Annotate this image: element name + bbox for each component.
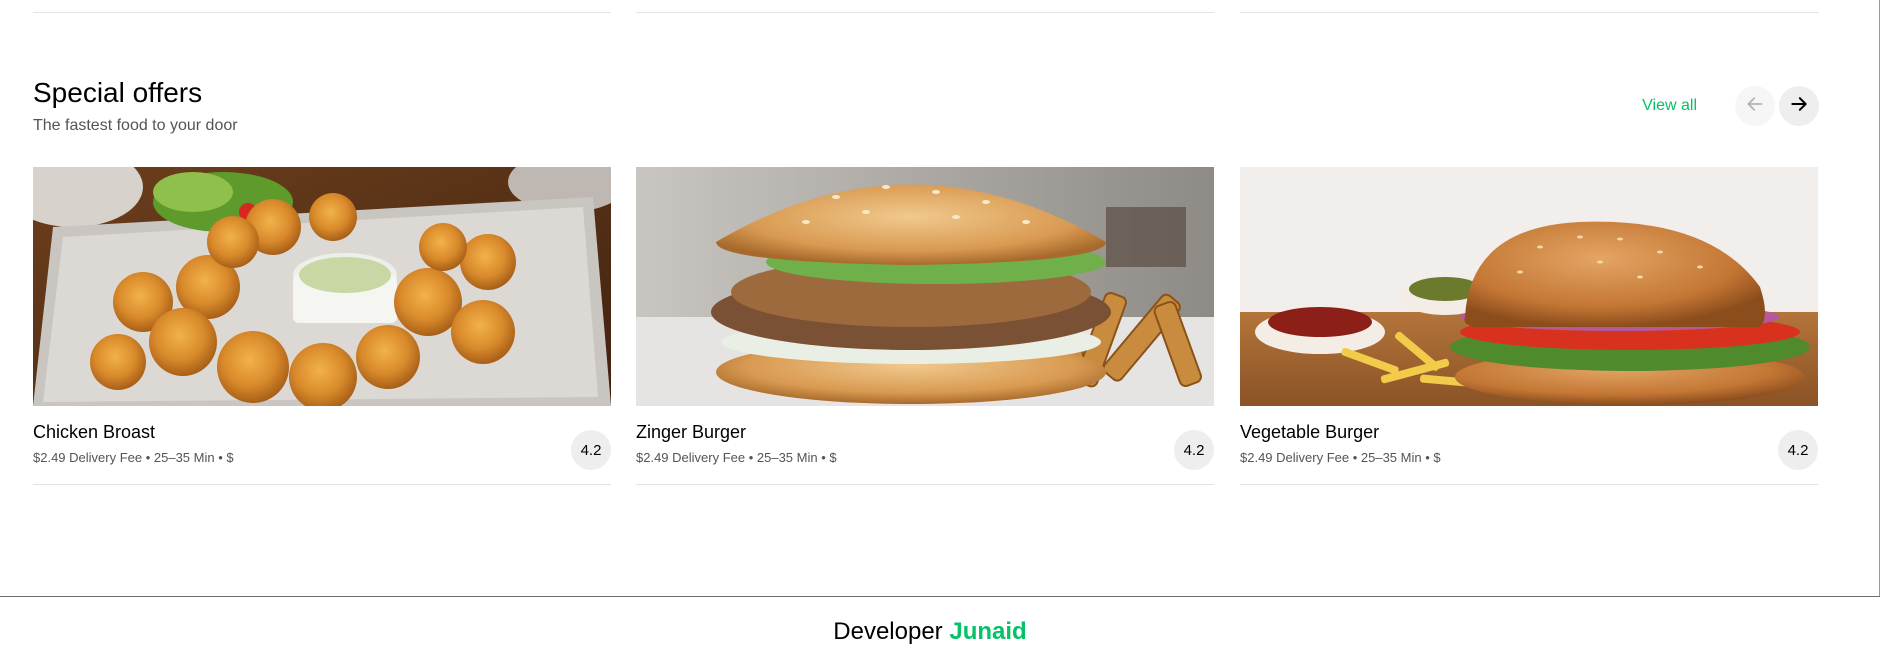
card-title: Zinger Burger [636, 422, 747, 442]
rating-badge: 4.2 [571, 430, 611, 470]
footer: Developer Junaid [0, 596, 1880, 666]
card-meta: $2.49 Delivery Fee • 25–35 Min • $ [1240, 450, 1441, 465]
zinger-burger-image[interactable] [636, 167, 1214, 406]
divider [1240, 12, 1819, 13]
card-info: Vegetable Burger $2.49 Delivery Fee • 25… [1240, 406, 1818, 485]
card-title: Chicken Broast [33, 422, 156, 442]
divider [636, 12, 1214, 13]
previous-section-dividers [33, 12, 1819, 13]
vegetable-burger-image[interactable] [1240, 167, 1818, 406]
footer-credit: Developer Junaid [0, 617, 1860, 647]
offer-card[interactable]: Vegetable Burger $2.49 Delivery Fee • 25… [1240, 167, 1818, 485]
footer-prefix: Developer [833, 618, 943, 645]
page: Special offers The fastest food to your … [0, 0, 1880, 666]
previous-button[interactable] [1735, 86, 1775, 126]
offer-card[interactable]: Zinger Burger $2.49 Delivery Fee • 25–35… [636, 167, 1214, 485]
card-info: Chicken Broast $2.49 Delivery Fee • 25–3… [33, 406, 611, 485]
developer-name: Junaid [949, 618, 1027, 645]
rating-badge: 4.2 [1174, 430, 1214, 470]
section-subtitle: The fastest food to your door [33, 117, 238, 134]
divider [33, 12, 611, 13]
card-meta: $2.49 Delivery Fee • 25–35 Min • $ [33, 450, 234, 465]
section-header: Special offers The fastest food to your … [33, 76, 1819, 136]
card-info: Zinger Burger $2.49 Delivery Fee • 25–35… [636, 406, 1214, 485]
next-button[interactable] [1779, 86, 1819, 126]
section-title: Special offers [33, 77, 203, 108]
arrow-left-icon [1745, 94, 1765, 119]
view-all-link[interactable]: View all [1642, 97, 1697, 115]
header-actions: View all [1642, 86, 1819, 126]
card-meta: $2.49 Delivery Fee • 25–35 Min • $ [636, 450, 837, 465]
rating-badge: 4.2 [1778, 430, 1818, 470]
chicken-broast-image[interactable] [33, 167, 611, 406]
offers-carousel: Chicken Broast $2.49 Delivery Fee • 25–3… [33, 167, 1819, 485]
arrow-right-icon [1789, 94, 1809, 119]
card-title: Vegetable Burger [1240, 422, 1380, 442]
offer-card[interactable]: Chicken Broast $2.49 Delivery Fee • 25–3… [33, 167, 611, 485]
